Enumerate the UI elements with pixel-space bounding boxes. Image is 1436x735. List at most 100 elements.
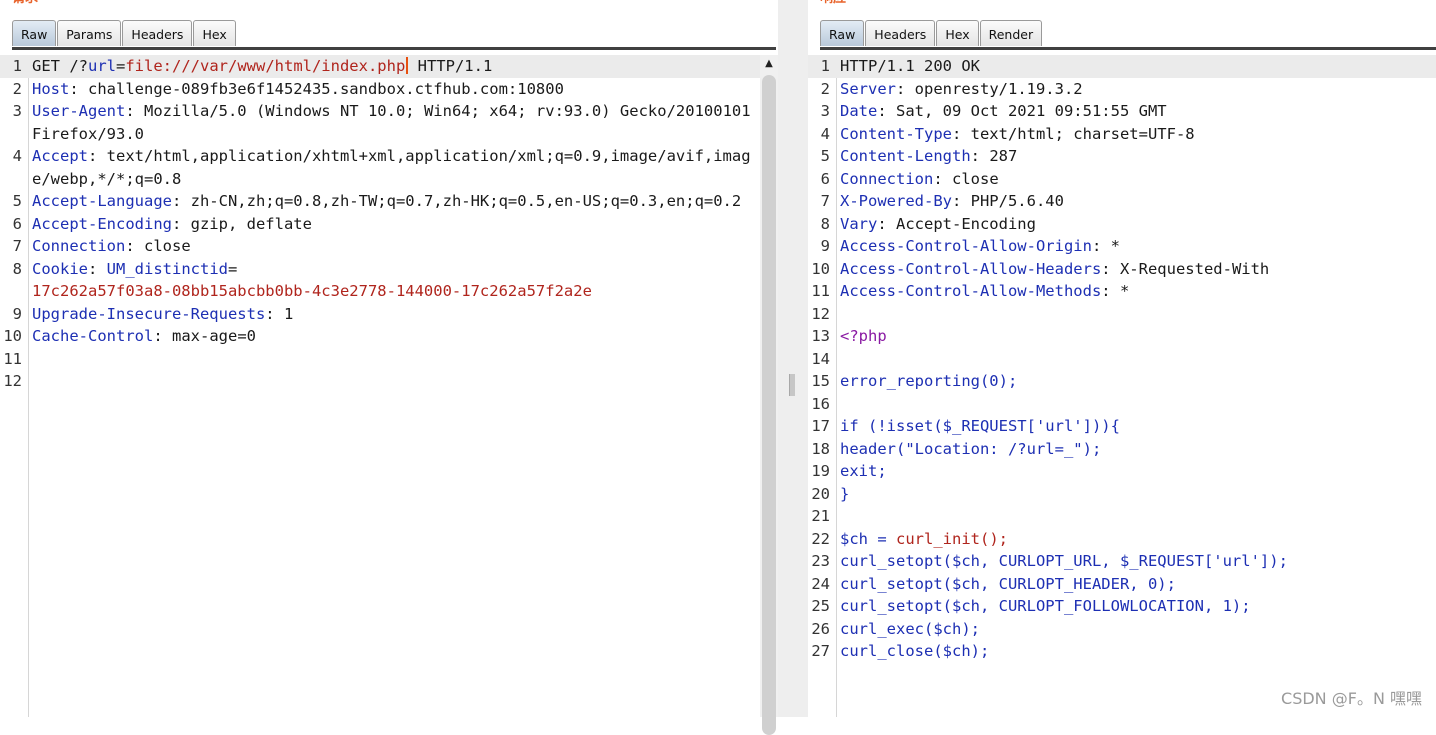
response-line: 6 Connection: close [808, 168, 1436, 191]
response-line: 7 X-Powered-By: PHP/5.6.40 [808, 190, 1436, 213]
line-number: 8 [820, 214, 830, 233]
response-editor[interactable]: 1 HTTP/1.1 200 OK 2 Server: openresty/1.19.… [808, 55, 1436, 717]
code-token: : * [1101, 282, 1130, 300]
response-line: 16 [808, 393, 1436, 416]
response-line: 15 error_reporting(0); [808, 370, 1436, 393]
response-tab-headers[interactable]: Headers [865, 20, 936, 46]
code-token: : 287 [970, 147, 1018, 165]
response-line: 20} [808, 483, 1436, 506]
request-pane: 请求 RawParamsHeadersHex 1GET /?url=file:/… [0, 0, 778, 735]
line-text: header("Location: /?url=_"); [840, 438, 1436, 461]
line-text: Connection: close [840, 168, 1436, 191]
response-tab-rule [820, 47, 1436, 50]
line-text: Access-Control-Allow-Headers: X-Requeste… [840, 258, 1436, 281]
request-tab-hex[interactable]: Hex [193, 20, 236, 46]
request-line: 6 Accept-Encoding: gzip, deflate [0, 213, 760, 236]
request-line: 8 Cookie: UM_distinctid= 17c262a57f03a8-0… [0, 258, 760, 303]
code-token: curl_setopt($ch, CURLOPT_HEADER, 0); [840, 574, 1176, 593]
code-token: Upgrade-Insecure-Requests [32, 304, 266, 323]
line-number: 27 [811, 642, 830, 660]
line-text [32, 370, 760, 393]
code-token: = [116, 57, 126, 75]
line-text: Vary: Accept-Encoding [840, 213, 1436, 236]
response-line: 27 curl_close($ch); [808, 640, 1436, 663]
code-token: User-Agent [32, 102, 126, 120]
response-line: 9 Access-Control-Allow-Origin: * [808, 235, 1436, 258]
request-editor[interactable]: 1 GET /?url=file:///var/www/html/index.ph… [0, 55, 760, 717]
request-scrollbar[interactable]: ▲ [760, 55, 778, 735]
code-token: curl_setopt($ch, CURLOPT_URL, $_REQUEST[… [840, 552, 1288, 570]
line-text: Connection: close [32, 235, 760, 258]
code-token: curl_close($ch); [840, 642, 990, 660]
code-token: Host [32, 79, 70, 98]
line-text: curl_setopt($ch, CURLOPT_FOLLOWLOCATION,… [840, 595, 1436, 618]
line-text [840, 348, 1436, 371]
response-line: 11 Access-Control-Allow-Methods: * [808, 280, 1436, 303]
code-token: : [88, 259, 107, 278]
code-token: Access-Control-Allow-Methods [840, 282, 1102, 300]
code-token: HTTP/1.1 [408, 57, 493, 75]
code-token: : text/html; charset=UTF-8 [951, 124, 1195, 143]
line-text: Accept: text/html,application/xhtml+xml,… [32, 145, 760, 190]
code-token: : * [1091, 237, 1120, 255]
line-text [840, 505, 1436, 528]
response-line: 13 <?php [808, 325, 1436, 348]
line-text: Content-Type: text/html; charset=UTF-8 [840, 123, 1436, 146]
response-tab-hex[interactable]: Hex [936, 20, 979, 46]
line-number: 17 [811, 417, 830, 435]
code-token: url [88, 57, 116, 75]
code-token: if (!isset($_REQUEST['url'])){ [840, 417, 1120, 435]
line-number: 10 [811, 259, 830, 278]
line-text [32, 348, 760, 371]
line-text: GET /?url=file:///var/www/html/index.php… [32, 55, 760, 78]
code-token: 17c262a57f03a8-08bb15abcbb0bb-4c3e2778-1… [32, 282, 592, 300]
code-token: Cookie [32, 259, 88, 278]
line-text: curl_exec($ch); [840, 618, 1436, 641]
code-token: : zh-CN,zh;q=0.8,zh-TW;q=0.7,zh-HK;q=0.5… [171, 192, 742, 210]
request-line: 1 GET /?url=file:///var/www/html/index.ph… [0, 55, 760, 78]
code-token: Vary [840, 214, 878, 233]
line-number: 2 [820, 79, 830, 98]
watermark: CSDN @F。N 嘿嘿 [1281, 689, 1422, 708]
response-line: 1 HTTP/1.1 200 OK [808, 55, 1436, 78]
request-tab-raw[interactable]: Raw [12, 20, 57, 46]
response-tab-render[interactable]: Render [979, 20, 1043, 46]
line-text: if (!isset($_REQUEST['url'])){ [840, 415, 1436, 438]
line-number: 4 [820, 124, 830, 143]
line-number: 25 [811, 597, 830, 615]
line-number: 24 [811, 574, 830, 593]
response-tabs: Raw Headers Hex Render [820, 20, 1043, 47]
line-text: Access-Control-Allow-Methods: * [840, 280, 1436, 303]
splitter-grip-icon[interactable] [789, 374, 795, 396]
request-scroll-thumb[interactable] [762, 75, 776, 735]
response-pane: 响应 RawHeadersHexRender 1 HTTP/1.1 200 OK 2… [808, 0, 1436, 717]
line-number: 11 [3, 349, 22, 368]
request-tab-params[interactable]: Params [57, 20, 122, 46]
response-line: 26 curl_exec($ch); [808, 618, 1436, 641]
response-line: 2 Server: openresty/1.19.3.2 [808, 78, 1436, 101]
line-text: Upgrade-Insecure-Requests: 1 [32, 303, 760, 326]
line-number: 3 [12, 102, 22, 120]
line-number: 15 [811, 372, 830, 390]
code-token: Accept [32, 147, 88, 165]
line-number: 10 [3, 327, 22, 345]
response-tab-raw[interactable]: Raw [820, 20, 865, 46]
line-number: 16 [811, 394, 830, 413]
request-tab-headers[interactable]: Headers [122, 20, 193, 46]
line-number: 20 [811, 484, 830, 503]
request-line: 9 Upgrade-Insecure-Requests: 1 [0, 303, 760, 326]
code-token: Cache-Control [32, 327, 154, 345]
line-text: curl_close($ch); [840, 640, 1436, 663]
response-title: 响应 [820, 0, 846, 7]
code-token: : Accept-Encoding [877, 214, 1036, 233]
code-token: : PHP/5.6.40 [951, 192, 1064, 210]
line-text: error_reporting(0); [840, 370, 1436, 393]
line-text [840, 393, 1436, 416]
request-tabs: Raw Params Headers Hex [12, 20, 237, 47]
response-line: 21 [808, 505, 1436, 528]
response-line: 25 curl_setopt($ch, CURLOPT_FOLLOWLOCATIO… [808, 595, 1436, 618]
line-text: User-Agent: Mozilla/5.0 (Windows NT 10.0… [32, 100, 760, 145]
pane-splitter[interactable] [778, 0, 808, 717]
scroll-up-arrow-icon[interactable]: ▲ [760, 55, 778, 73]
request-line: 10 Cache-Control: max-age=0 [0, 325, 760, 348]
